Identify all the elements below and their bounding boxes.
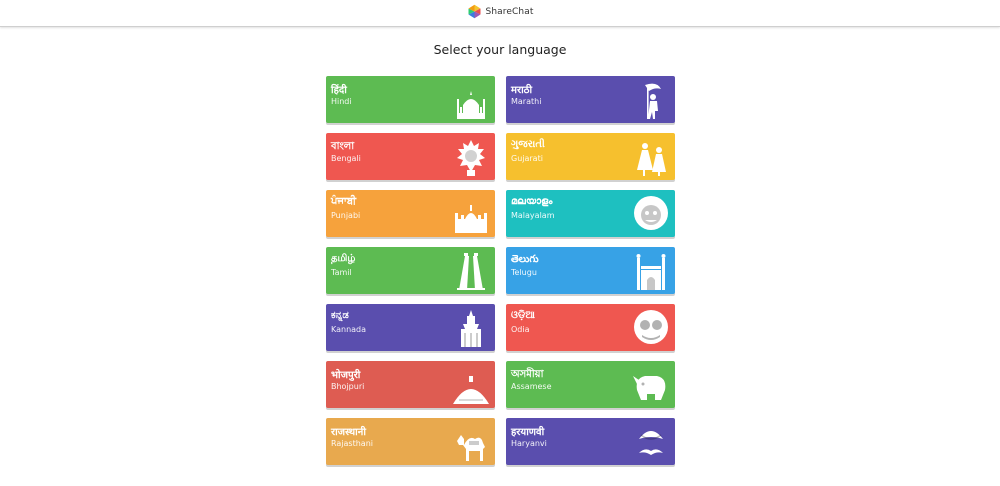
language-english-name: Hindi (331, 97, 352, 106)
language-native-name: भोजपुरी (331, 370, 361, 381)
brand[interactable]: ShareChat (467, 4, 534, 19)
language-english-name: Malayalam (511, 211, 555, 220)
language-english-name: Telugu (511, 268, 537, 277)
language-english-name: Assamese (511, 382, 552, 391)
language-native-name: हिंदी (331, 85, 347, 96)
language-tile-bengali[interactable]: বাংলা Bengali (326, 133, 495, 180)
language-english-name: Kannada (331, 325, 367, 334)
language-english-name: Bengali (331, 154, 361, 163)
language-tile-bhojpuri[interactable]: भोजपुरी Bhojpuri (326, 361, 495, 408)
language-native-name: മലയാളം (511, 196, 553, 207)
language-tile-hindi[interactable]: हिंदी Hindi (326, 76, 495, 123)
language-tile-tamil[interactable]: தமிழ் Tamil (326, 247, 495, 294)
page-title: Select your language (433, 42, 567, 57)
flag-bearer-icon (645, 83, 661, 119)
app-name: ShareChat (485, 6, 534, 17)
language-tile-marathi[interactable]: मराठी Marathi (506, 76, 675, 123)
language-tile-odia[interactable]: ଓଡ଼ିଆ Odia (506, 304, 675, 351)
language-english-name: Marathi (511, 97, 542, 106)
language-native-name: தமிழ் (331, 253, 356, 264)
jagannath-face-icon (634, 310, 668, 344)
stupa-icon (453, 376, 489, 404)
taj-mahal-icon (457, 91, 485, 119)
language-tile-assamese[interactable]: অসমীয়া Assamese (506, 361, 675, 408)
language-native-name: राजस्थानी (331, 427, 366, 438)
camel-icon (457, 435, 485, 461)
language-english-name: Tamil (331, 268, 352, 277)
language-tile-malayalam[interactable]: മലയാളം Malayalam (506, 190, 675, 237)
language-english-name: Gujarati (511, 154, 543, 163)
language-native-name: ਪੰਜਾਬੀ (331, 196, 357, 207)
language-native-name: ગુજરાતી (511, 139, 545, 150)
language-tile-punjabi[interactable]: ਪੰਜਾਬੀ Punjabi (326, 190, 495, 237)
language-native-name: मराठी (511, 85, 533, 96)
turban-mustache-icon (639, 431, 663, 455)
top-bar: ShareChat (0, 0, 1000, 27)
kathakali-face-icon (634, 196, 668, 230)
language-native-name: ଓଡ଼ିଆ (511, 310, 535, 321)
language-tile-haryanvi[interactable]: हरयाणवी Haryanvi (506, 418, 675, 465)
golden-temple-icon (455, 205, 487, 233)
sharechat-logo-icon (468, 4, 481, 19)
language-tile-kannada[interactable]: ಕನ್ನಡ Kannada (326, 304, 495, 351)
language-native-name: తెలుగు (511, 254, 539, 265)
language-tile-telugu[interactable]: తెలుగు Telugu (506, 247, 675, 294)
rhinoceros-icon (633, 376, 666, 400)
charminar-icon (636, 254, 666, 290)
language-english-name: Odia (511, 325, 530, 334)
language-native-name: ಕನ್ನಡ (331, 310, 349, 321)
language-tile-gujarati[interactable]: ગુજરાતી Gujarati (506, 133, 675, 180)
language-native-name: हरयाणवी (511, 427, 545, 438)
goddess-face-icon (457, 140, 485, 176)
palace-tower-icon (461, 310, 481, 347)
language-english-name: Bhojpuri (331, 382, 365, 391)
language-english-name: Punjabi (331, 211, 361, 220)
language-tile-rajasthani[interactable]: राजस्थानी Rajasthani (326, 418, 495, 465)
language-grid: हिंदी Hindi मराठी Marathi বাংলা Bengali ગુજરાત… (326, 76, 675, 465)
language-english-name: Haryanvi (511, 439, 547, 448)
temple-gopuram-icon (457, 253, 485, 290)
language-english-name: Rajasthani (331, 439, 373, 448)
garba-dancers-icon (637, 143, 666, 176)
